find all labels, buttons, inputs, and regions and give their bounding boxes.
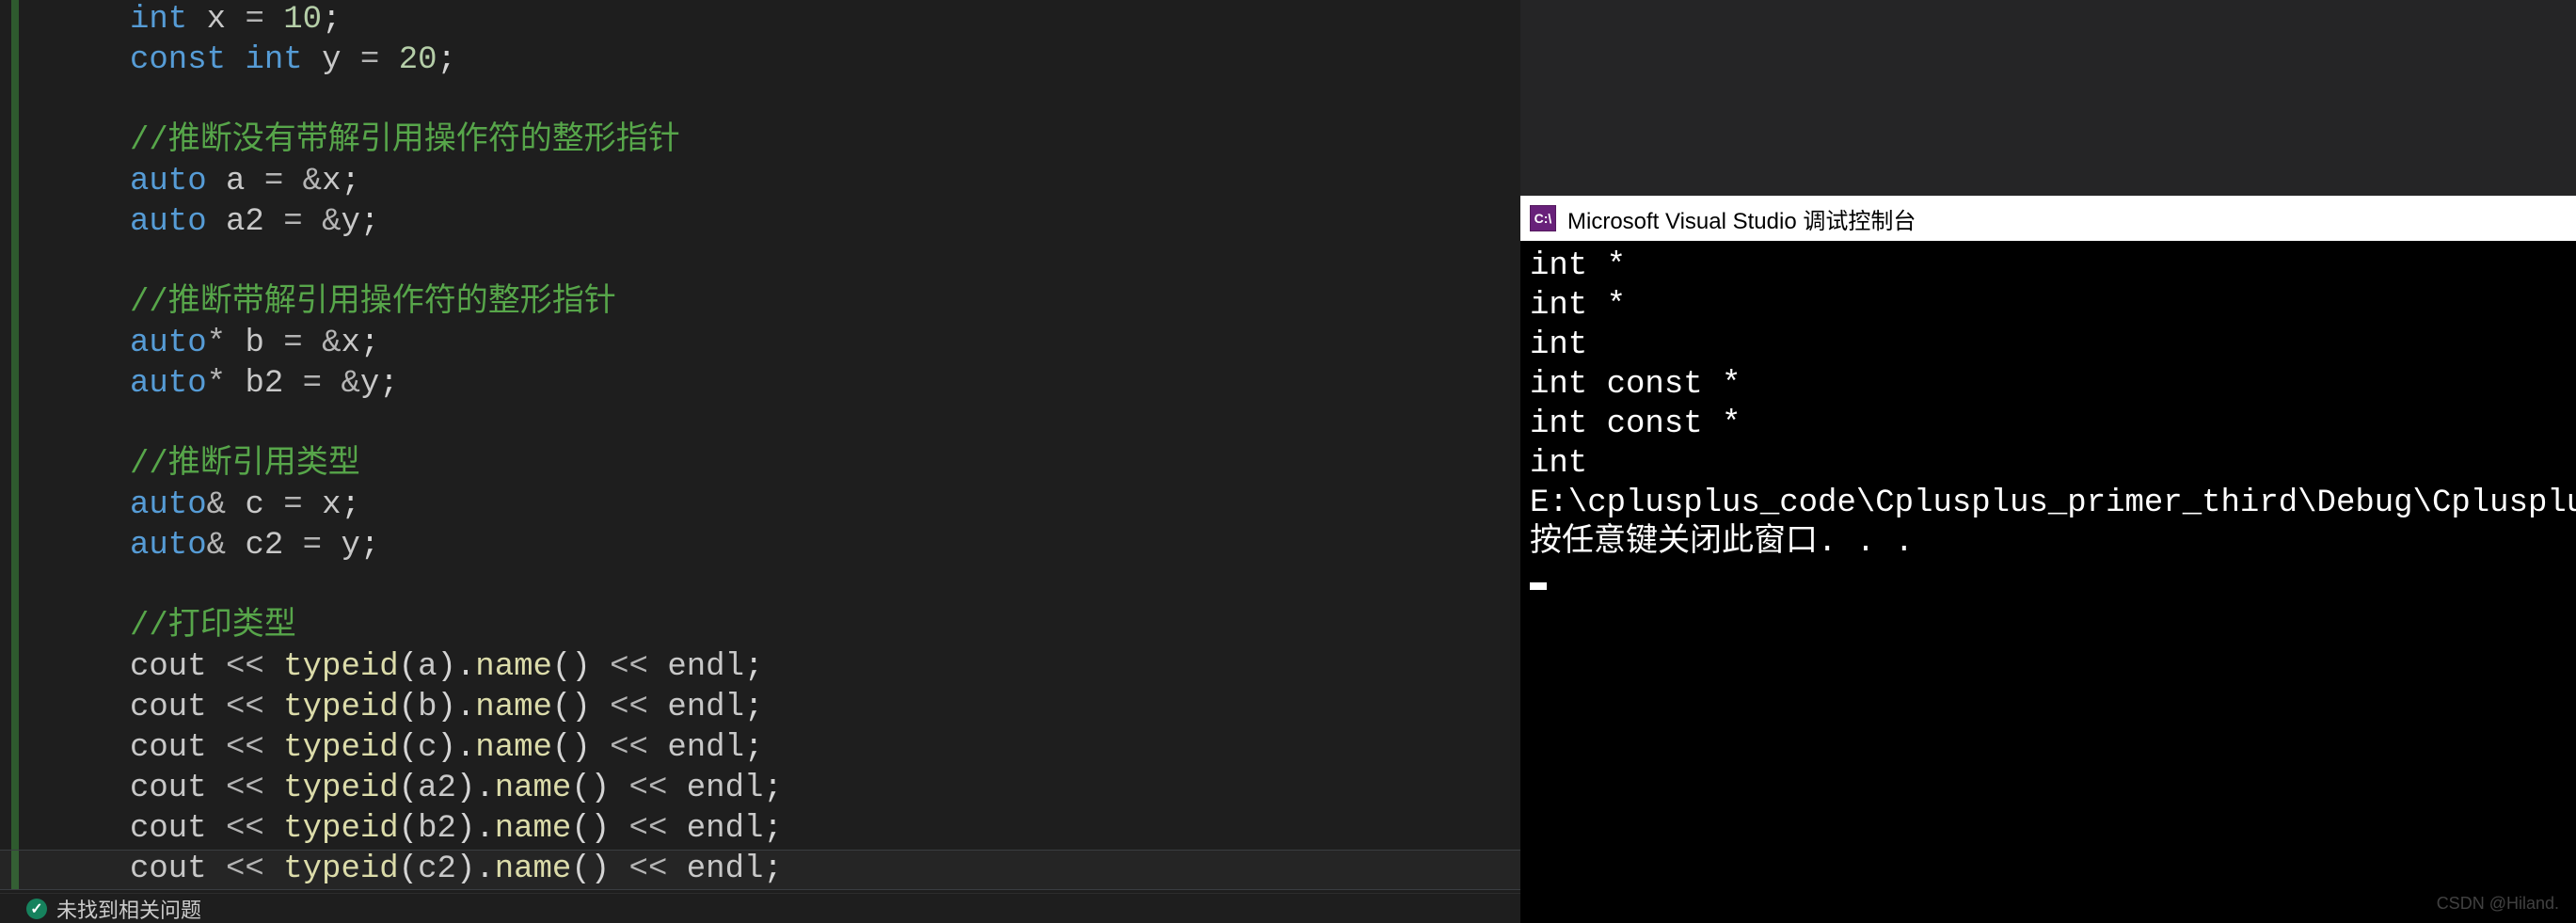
code-line[interactable]: int x = 10; <box>66 0 1515 40</box>
console-line: int <box>1530 326 2567 365</box>
code-area[interactable]: int x = 10;const int y = 20; //推断没有带解引用操作… <box>66 0 1515 890</box>
code-line[interactable]: //推断没有带解引用操作符的整形指针 <box>66 121 1515 162</box>
editor-background-right <box>1520 0 2576 196</box>
status-text: 未找到相关问题 <box>56 894 201 923</box>
code-line[interactable] <box>66 243 1515 283</box>
code-line[interactable]: cout << typeid(c2).name() << endl; <box>66 850 1515 890</box>
code-line[interactable]: cout << typeid(c).name() << endl; <box>66 728 1515 769</box>
console-line: int <box>1530 444 2567 484</box>
debug-console-window[interactable]: C:\ Microsoft Visual Studio 调试控制台 int *i… <box>1520 196 2576 923</box>
code-line[interactable]: auto& c2 = y; <box>66 526 1515 566</box>
console-line: int const * <box>1530 405 2567 444</box>
console-line: 按任意键关闭此窗口. . . <box>1530 523 2567 563</box>
code-line[interactable]: cout << typeid(a).name() << endl; <box>66 647 1515 688</box>
console-line: int * <box>1530 247 2567 286</box>
code-line[interactable]: cout << typeid(b2).name() << endl; <box>66 809 1515 850</box>
console-line: int * <box>1530 286 2567 326</box>
code-line[interactable]: //推断带解引用操作符的整形指针 <box>66 283 1515 324</box>
editor-change-marker <box>11 0 19 889</box>
console-app-icon: C:\ <box>1530 205 1556 231</box>
watermark: CSDN @Hiland. <box>2437 894 2559 914</box>
code-line[interactable]: cout << typeid(b).name() << endl; <box>66 688 1515 728</box>
code-line[interactable] <box>66 566 1515 607</box>
console-line: E:\cplusplus_code\Cplusplus_primer_third… <box>1530 484 2567 523</box>
editor-gutter <box>0 0 8 923</box>
console-output[interactable]: int *int *intint const *int const *intE:… <box>1520 241 2576 923</box>
code-line[interactable]: //打印类型 <box>66 607 1515 647</box>
code-line[interactable]: auto a2 = &y; <box>66 202 1515 243</box>
code-line[interactable] <box>66 81 1515 121</box>
code-line[interactable]: //推断引用类型 <box>66 445 1515 485</box>
code-line[interactable]: const int y = 20; <box>66 40 1515 81</box>
console-titlebar[interactable]: C:\ Microsoft Visual Studio 调试控制台 <box>1520 196 2576 241</box>
code-line[interactable]: auto a = &x; <box>66 162 1515 202</box>
code-line[interactable]: auto& c = x; <box>66 485 1515 526</box>
code-line[interactable]: cout << typeid(a2).name() << endl; <box>66 769 1515 809</box>
code-line[interactable] <box>66 405 1515 445</box>
status-bar: ✓ 未找到相关问题 <box>0 893 1520 923</box>
console-line: int const * <box>1530 365 2567 405</box>
status-ok-icon: ✓ <box>26 899 47 919</box>
console-title: Microsoft Visual Studio 调试控制台 <box>1567 202 1916 235</box>
code-line[interactable]: auto* b = &x; <box>66 324 1515 364</box>
code-editor[interactable]: int x = 10;const int y = 20; //推断没有带解引用操作… <box>0 0 1520 923</box>
console-cursor <box>1530 563 2567 602</box>
code-line[interactable]: auto* b2 = &y; <box>66 364 1515 405</box>
